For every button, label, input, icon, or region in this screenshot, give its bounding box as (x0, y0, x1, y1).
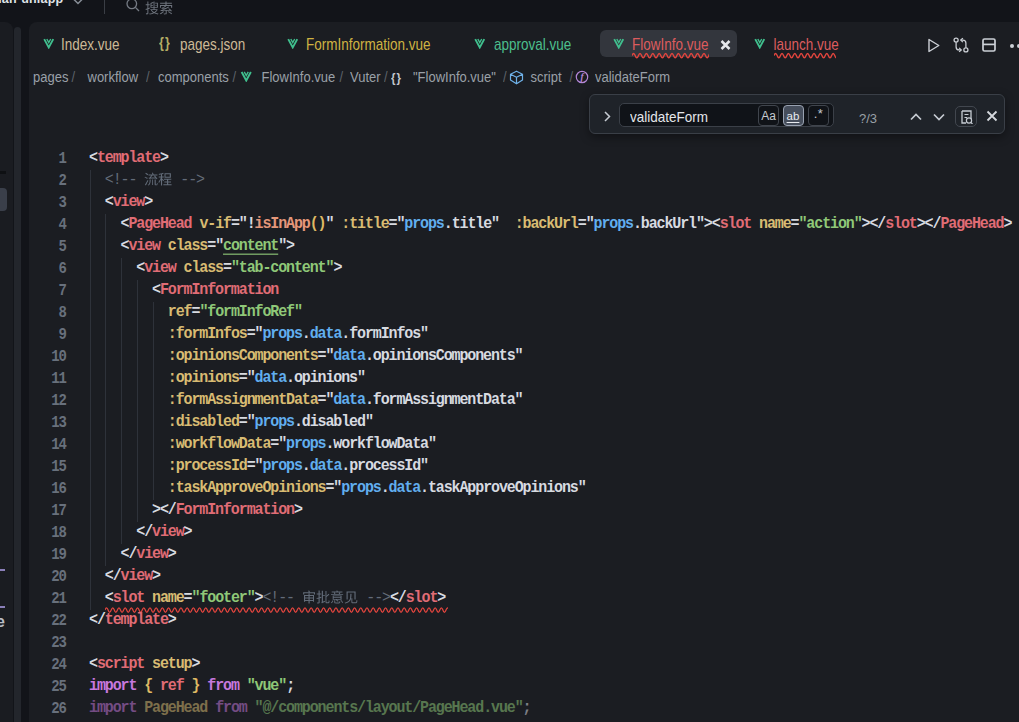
svg-text:f: f (581, 72, 585, 82)
